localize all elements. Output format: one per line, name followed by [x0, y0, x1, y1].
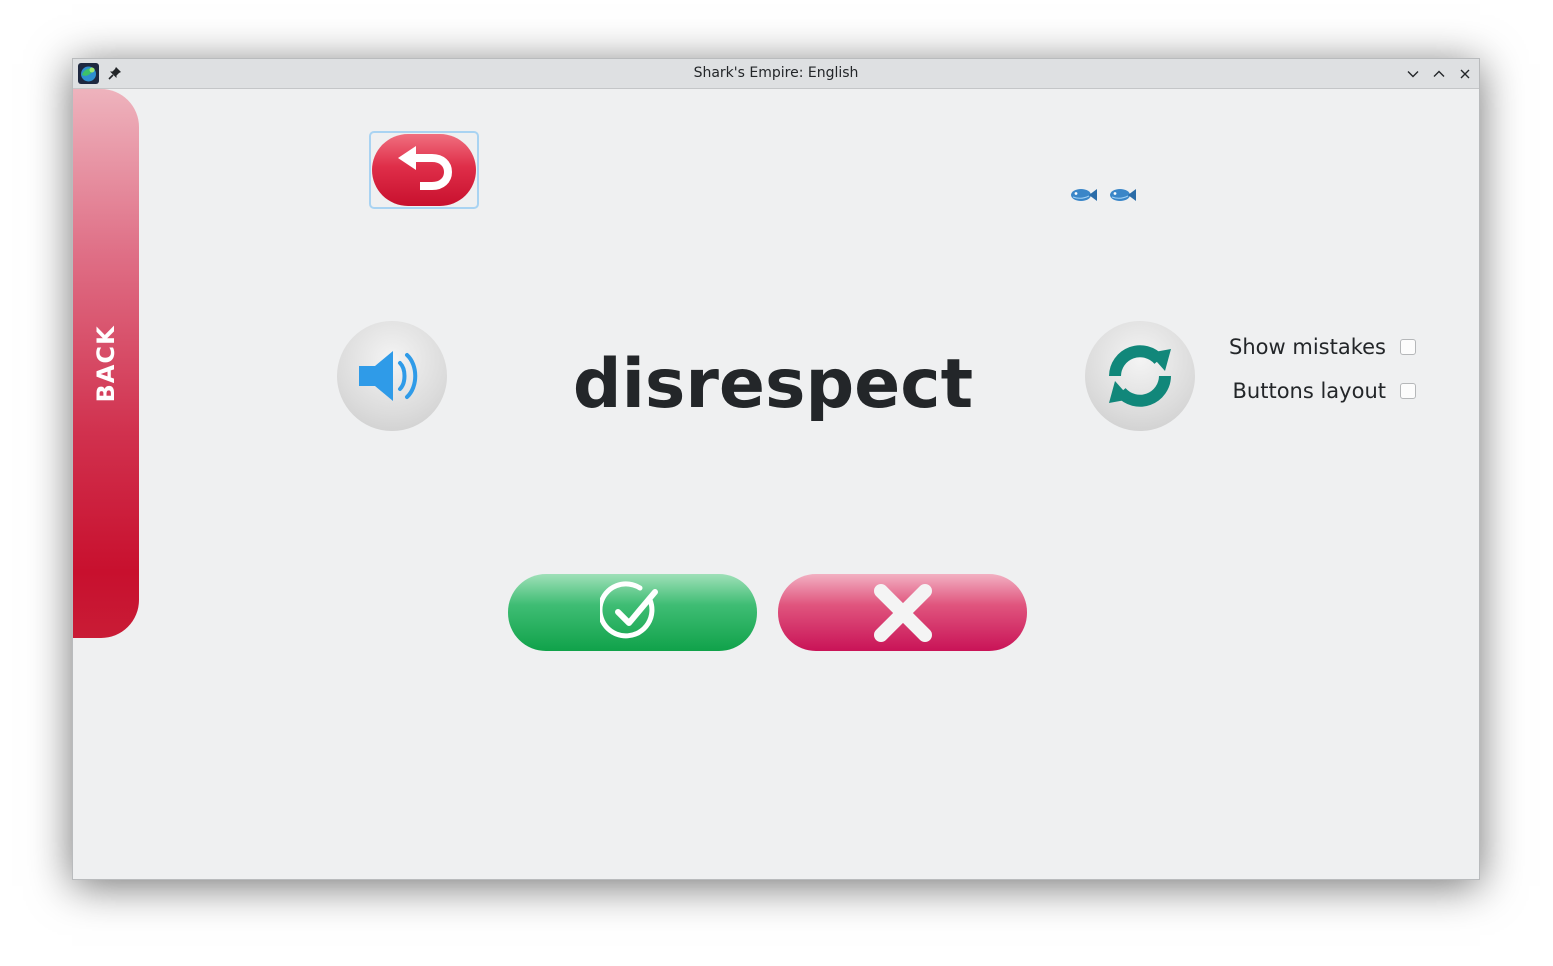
main-content: BACK disrespect Show mistakes Buttons la…: [73, 89, 1479, 879]
speaker-icon: [359, 351, 418, 401]
back-label: BACK: [92, 325, 120, 403]
app-window: Shark's Empire: English BACK disrespect …: [72, 58, 1480, 880]
current-word: disrespect: [572, 345, 974, 424]
show-mistakes-label: Show mistakes: [1229, 335, 1386, 359]
cross-icon: [874, 584, 932, 642]
show-mistakes-checkbox[interactable]: [1400, 339, 1416, 355]
check-circle-icon: [600, 581, 658, 639]
buttons-layout-checkbox[interactable]: [1400, 383, 1416, 399]
maximize-button[interactable]: [1430, 65, 1448, 83]
speak-word-button[interactable]: [337, 321, 447, 431]
refresh-button[interactable]: [1085, 321, 1195, 431]
title-bar: Shark's Empire: English: [73, 59, 1479, 89]
fish-icon: [1069, 185, 1099, 205]
fish-icon: [1108, 185, 1138, 205]
chevron-down-icon: [1407, 71, 1419, 78]
buttons-layout-option[interactable]: Buttons layout: [1226, 379, 1416, 409]
close-button[interactable]: [1456, 65, 1474, 83]
undo-button-face: [372, 134, 476, 206]
window-title: Shark's Empire: English: [693, 65, 859, 81]
chevron-up-icon: [1433, 70, 1445, 77]
back-button[interactable]: BACK: [73, 89, 139, 638]
wrong-answer-button[interactable]: [778, 574, 1027, 651]
correct-answer-button[interactable]: [508, 574, 757, 651]
buttons-layout-label: Buttons layout: [1232, 379, 1386, 403]
close-icon: [1460, 69, 1470, 79]
show-mistakes-option[interactable]: Show mistakes: [1226, 335, 1416, 365]
undo-button[interactable]: [369, 131, 479, 209]
refresh-icon: [1109, 345, 1171, 407]
minimize-button[interactable]: [1404, 65, 1422, 83]
undo-arrow-icon: [398, 146, 453, 190]
